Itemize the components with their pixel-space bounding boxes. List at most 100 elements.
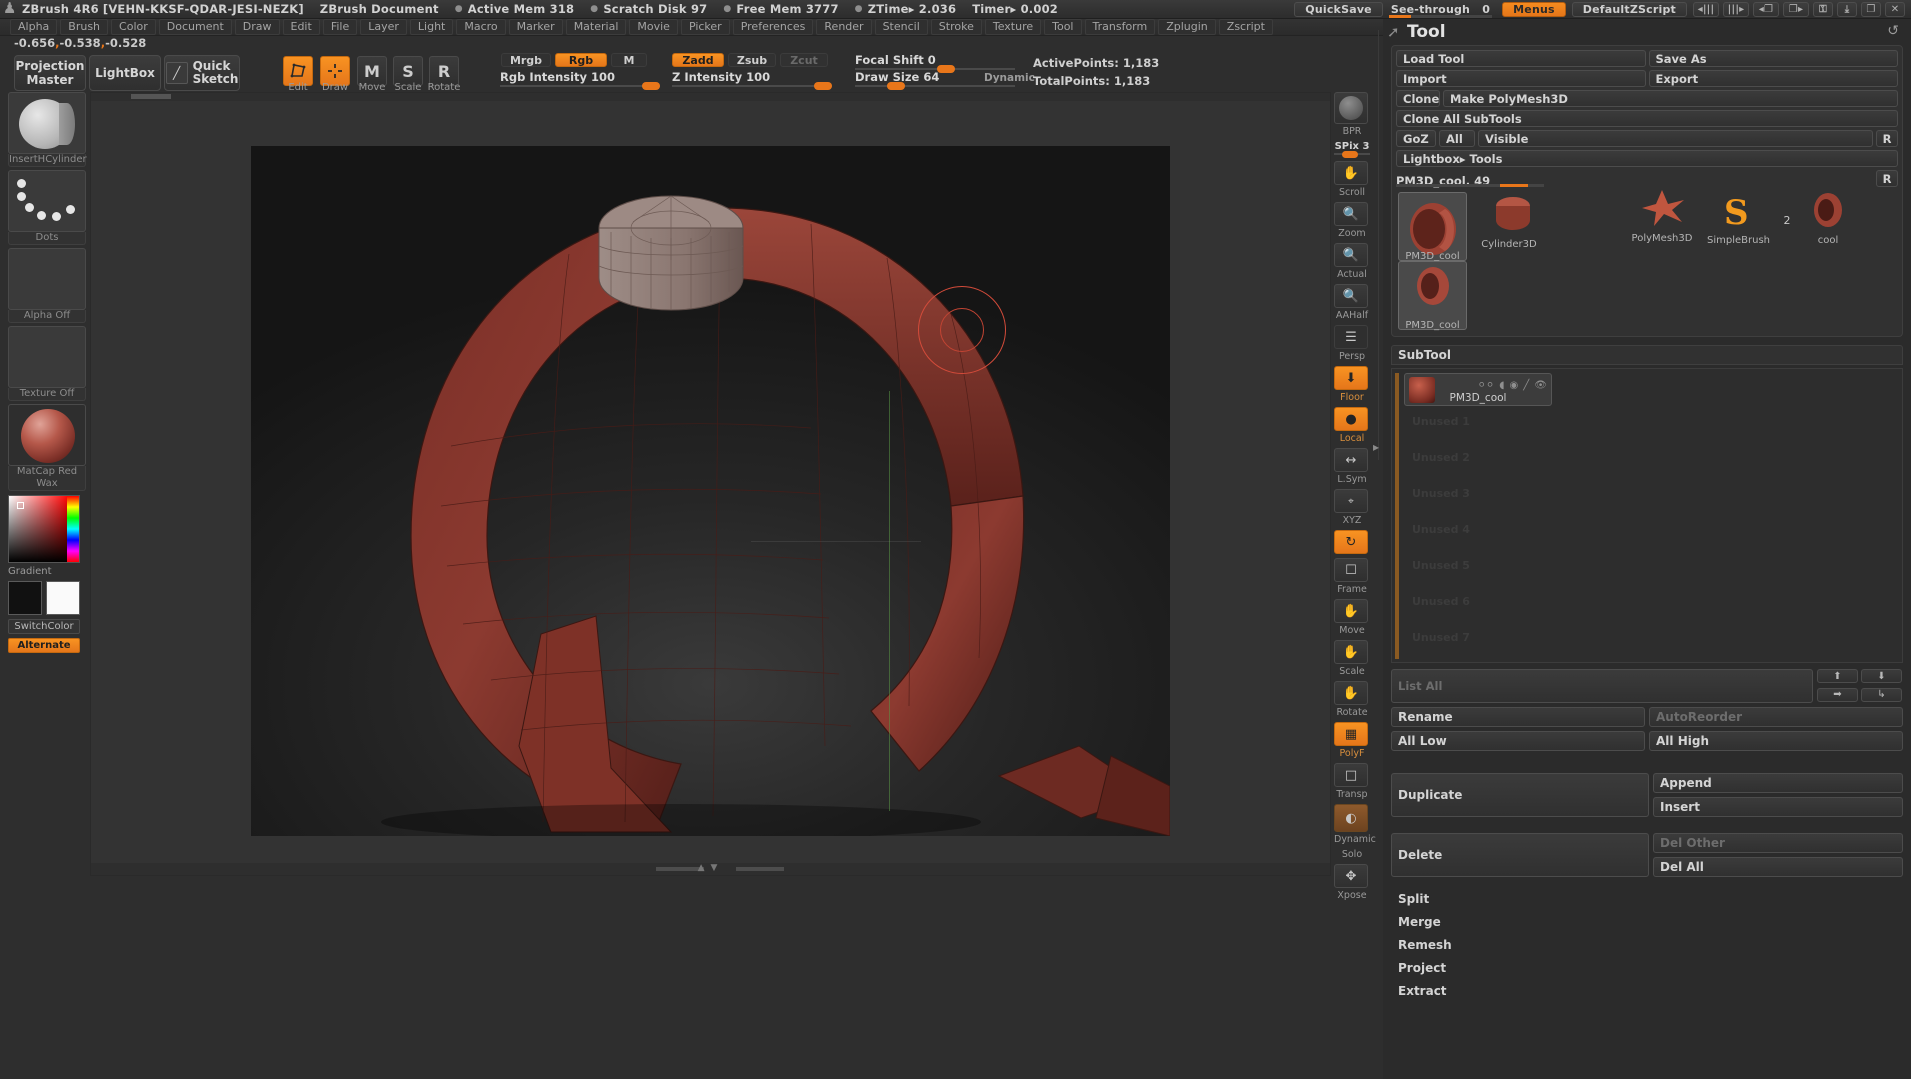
panel-collapse-chevron-icon[interactable]: ▸ [1373, 440, 1379, 454]
menu-item-picker[interactable]: Picker [681, 19, 730, 35]
canvas-bottom-bar[interactable]: ▲▼ [91, 863, 1330, 875]
scroll-right-icon[interactable]: |||▸ [1723, 2, 1749, 17]
z-intensity-slider[interactable]: Z Intensity 100 [672, 70, 832, 87]
floor-grid-button[interactable]: ⬇ [1334, 366, 1368, 390]
save-as-button[interactable]: Save As [1649, 50, 1899, 67]
rename-button[interactable]: Rename [1391, 707, 1645, 727]
document-viewport[interactable] [251, 146, 1170, 836]
make-polymesh3d-button[interactable]: Make PolyMesh3D [1443, 90, 1898, 107]
mrgb-button[interactable]: Mrgb [501, 53, 551, 67]
clone-all-subtools-button[interactable]: Clone All SubTools [1396, 110, 1898, 127]
subtool-row-unused-4[interactable]: Unused 4 [1412, 523, 1470, 536]
spix-knob[interactable] [1342, 151, 1358, 158]
zsub-button[interactable]: Zsub [728, 53, 776, 67]
subtool-row-unused-6[interactable]: Unused 6 [1412, 595, 1470, 608]
scroll-button[interactable]: ✋ [1334, 161, 1368, 185]
switch-color-button[interactable]: SwitchColor [8, 619, 80, 634]
import-button[interactable]: Import [1396, 70, 1646, 87]
quick-sketch-button[interactable]: ╱ Quick Sketch [164, 55, 240, 91]
polyframe-button[interactable]: ▦ [1334, 722, 1368, 746]
subtool-shade-icon[interactable]: ◖ [1499, 380, 1504, 391]
m-button[interactable]: M [611, 53, 647, 67]
menu-item-movie[interactable]: Movie [629, 19, 678, 35]
canvas-grip-handle[interactable] [131, 94, 171, 99]
menu-item-stencil[interactable]: Stencil [875, 19, 928, 35]
export-button[interactable]: Export [1649, 70, 1899, 87]
subtool-row-unused-3[interactable]: Unused 3 [1412, 487, 1470, 500]
tool-cell-pm3d-cool-2[interactable]: PM3D_cool [1396, 259, 1469, 332]
material-thumbnail[interactable] [8, 404, 86, 466]
zcut-button[interactable]: Zcut [780, 53, 828, 67]
subtool-eye-icon[interactable]: 👁 [1534, 380, 1547, 391]
subtool-row-unused-2[interactable]: Unused 2 [1412, 451, 1470, 464]
tool-cell-simplebrush[interactable]: S SimpleBrush [1702, 186, 1775, 247]
goz-all-button[interactable]: All [1439, 130, 1475, 147]
lightbox-tools-button[interactable]: Lightbox▸ Tools [1396, 150, 1898, 167]
menu-item-edit[interactable]: Edit [283, 19, 320, 35]
restore-icon[interactable]: ❐ [1861, 2, 1881, 17]
xpose-button[interactable]: ✥ [1334, 864, 1368, 888]
lock-icon[interactable]: ⚿ [1813, 2, 1833, 17]
list-all-button[interactable]: List All [1391, 669, 1813, 703]
aahalf-button[interactable]: 🔍 [1334, 284, 1368, 308]
actual-size-button[interactable]: 🔍 [1334, 243, 1368, 267]
rgb-intensity-slider[interactable]: Rgb Intensity 100 [500, 70, 660, 87]
projection-master-button[interactable]: Projection Master [14, 55, 86, 91]
rgb-intensity-knob[interactable] [642, 82, 660, 90]
rotate-gizmo-button[interactable]: ✋ [1334, 681, 1368, 705]
menu-item-brush[interactable]: Brush [60, 19, 108, 35]
z-intensity-knob[interactable] [814, 82, 832, 90]
zoom-button[interactable]: 🔍 [1334, 202, 1368, 226]
menu-item-marker[interactable]: Marker [509, 19, 563, 35]
secondary-color-swatch[interactable] [46, 581, 80, 615]
project-button[interactable]: Project [1391, 958, 1903, 978]
goz-button[interactable]: GoZ [1396, 130, 1436, 147]
brush-thumbnail[interactable] [8, 92, 86, 154]
subtool-move-right-icon[interactable]: ➡ [1817, 688, 1858, 702]
menu-item-file[interactable]: File [323, 19, 357, 35]
focal-shift-slider[interactable]: Focal Shift 0 [855, 53, 1015, 70]
scale-gizmo-button[interactable]: ✋ [1334, 640, 1368, 664]
menu-item-texture[interactable]: Texture [985, 19, 1041, 35]
menus-toggle-button[interactable]: Menus [1502, 2, 1566, 17]
see-through-slider[interactable]: See-through 0 [1389, 2, 1492, 16]
perspective-button[interactable]: ☰ [1334, 325, 1368, 349]
frame-button[interactable]: ☐ [1334, 558, 1368, 582]
lightbox-button[interactable]: LightBox [89, 55, 161, 91]
merge-button[interactable]: Merge [1391, 912, 1903, 932]
subtool-section-title[interactable]: SubTool [1391, 345, 1903, 365]
texture-palette-item[interactable]: Texture Off [8, 326, 86, 401]
load-tool-button[interactable]: Load Tool [1396, 50, 1646, 67]
local-symmetry-button[interactable]: ↔ [1334, 448, 1368, 472]
subtool-list[interactable]: ⚪⚪ ◖ ◉ ╱ 👁 PM3D_cool Unused 1 Unused 2 U… [1391, 368, 1903, 663]
subtool-move-down-icon[interactable]: ⬇ [1861, 669, 1902, 683]
all-low-button[interactable]: All Low [1391, 731, 1645, 751]
texture-thumbnail[interactable] [8, 326, 86, 388]
canvas-top-grip-bar[interactable] [91, 93, 1330, 101]
auto-reorder-button[interactable]: AutoReorder [1649, 707, 1903, 727]
transparency-button[interactable]: □ [1334, 763, 1368, 787]
all-high-button[interactable]: All High [1649, 731, 1903, 751]
menu-item-stroke[interactable]: Stroke [931, 19, 982, 35]
move-gizmo-button[interactable]: ✋ [1334, 599, 1368, 623]
alpha-thumbnail[interactable] [8, 248, 86, 310]
subtool-row-unused-5[interactable]: Unused 5 [1412, 559, 1470, 572]
clone-button[interactable]: Clone [1396, 90, 1440, 107]
duplicate-button[interactable]: Duplicate [1391, 773, 1649, 817]
remesh-button[interactable]: Remesh [1391, 935, 1903, 955]
tool-cell-pm3d-cool[interactable]: PM3D_cool [1396, 190, 1469, 263]
tool-cell-polymesh3d[interactable]: PolyMesh3D [1622, 184, 1702, 245]
bpr-render-button[interactable] [1334, 92, 1368, 124]
menu-item-material[interactable]: Material [566, 19, 627, 35]
subtool-scrollbar[interactable] [1395, 373, 1399, 659]
menu-item-color[interactable]: Color [111, 19, 156, 35]
del-all-button[interactable]: Del All [1653, 857, 1903, 877]
material-palette-item[interactable]: MatCap Red Wax [8, 404, 86, 491]
subtool-visibility-icons[interactable]: ⚪⚪ ◖ ◉ ╱ 👁 [1477, 380, 1547, 391]
tool-panel-arrow-icon[interactable]: ➚ [1387, 23, 1400, 41]
dynamic-label[interactable]: Dynamic [984, 72, 1035, 84]
window-next-icon[interactable]: ❐▸ [1783, 2, 1809, 17]
menu-item-document[interactable]: Document [159, 19, 232, 35]
refresh-icon[interactable]: ↺ [1887, 23, 1899, 39]
subtool-return-icon[interactable]: ↳ [1861, 688, 1902, 702]
